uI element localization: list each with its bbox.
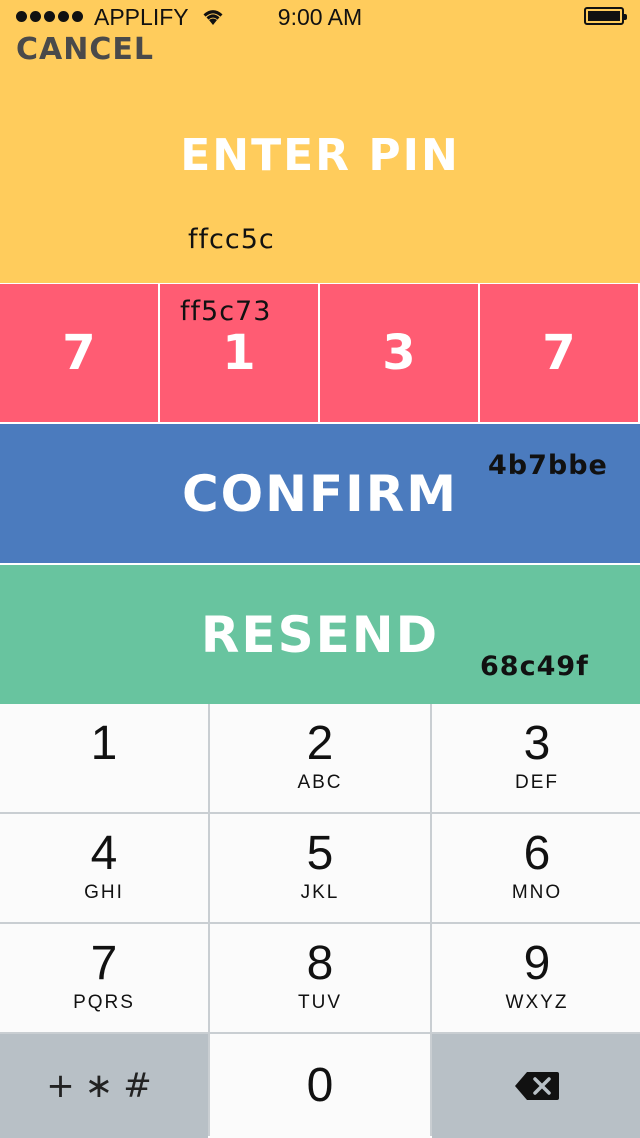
- numeric-keypad: 1 2 ABC 3 DEF 4 GHI 5 JKL 6 MNO 7 PQRS 8…: [0, 704, 640, 1138]
- resend-button[interactable]: RESEND 68c49f: [0, 565, 640, 704]
- key-7[interactable]: 7 PQRS: [0, 924, 208, 1032]
- status-bar: APPLIFY 9:00 AM: [0, 0, 640, 34]
- status-time: 9:00 AM: [277, 4, 363, 30]
- key-4[interactable]: 4 GHI: [0, 814, 208, 922]
- page-title: ENTER PIN: [180, 130, 460, 181]
- key-letters: ABC: [297, 772, 343, 793]
- key-letters: JKL: [300, 882, 340, 903]
- header-panel: CANCEL ENTER PIN ffcc5c: [0, 0, 640, 283]
- pin-digit: 7: [480, 284, 638, 422]
- key-letters: WXYZ: [505, 992, 569, 1013]
- key-letters: TUV: [298, 992, 342, 1013]
- confirm-button[interactable]: CONFIRM 4b7bbe: [0, 424, 640, 563]
- header-color-label: ffcc5c: [188, 224, 275, 255]
- key-letters: PQRS: [73, 992, 135, 1013]
- cancel-button[interactable]: CANCEL: [16, 32, 154, 67]
- confirm-label: CONFIRM: [181, 464, 459, 523]
- pin-digit: 3: [320, 284, 478, 422]
- key-number: 2: [306, 717, 334, 770]
- key-number: 7: [90, 937, 118, 990]
- key-number: 4: [90, 827, 118, 880]
- confirm-color-label: 4b7bbe: [488, 450, 608, 481]
- resend-label: RESEND: [200, 605, 440, 664]
- backspace-icon: [515, 1072, 559, 1100]
- pin-display: 7 1 3 7 ff5c73: [0, 284, 640, 422]
- key-number: 5: [306, 827, 334, 880]
- key-number: 1: [90, 717, 118, 770]
- key-letters: GHI: [84, 882, 124, 903]
- key-letters: MNO: [511, 882, 563, 903]
- key-5[interactable]: 5 JKL: [210, 814, 430, 922]
- key-number: 9: [523, 937, 551, 990]
- key-letters: DEF: [515, 772, 559, 793]
- key-8[interactable]: 8 TUV: [210, 924, 430, 1032]
- key-number: 8: [306, 937, 334, 990]
- delete-key[interactable]: [432, 1034, 640, 1138]
- battery-icon: [584, 7, 627, 25]
- key-6[interactable]: 6 MNO: [432, 814, 640, 922]
- key-symbols[interactable]: +∗#: [0, 1034, 208, 1138]
- pin-digit: 7: [0, 284, 158, 422]
- key-2[interactable]: 2 ABC: [210, 704, 430, 812]
- key-1[interactable]: 1: [0, 704, 208, 812]
- resend-color-label: 68c49f: [480, 651, 589, 682]
- key-number: 0: [306, 1059, 334, 1112]
- pin-color-label: ff5c73: [180, 296, 272, 327]
- key-9[interactable]: 9 WXYZ: [432, 924, 640, 1032]
- key-0[interactable]: 0: [210, 1034, 430, 1138]
- symbols-label: +∗#: [46, 1066, 162, 1106]
- key-number: 6: [523, 827, 551, 880]
- key-number: 3: [523, 717, 551, 770]
- key-3[interactable]: 3 DEF: [432, 704, 640, 812]
